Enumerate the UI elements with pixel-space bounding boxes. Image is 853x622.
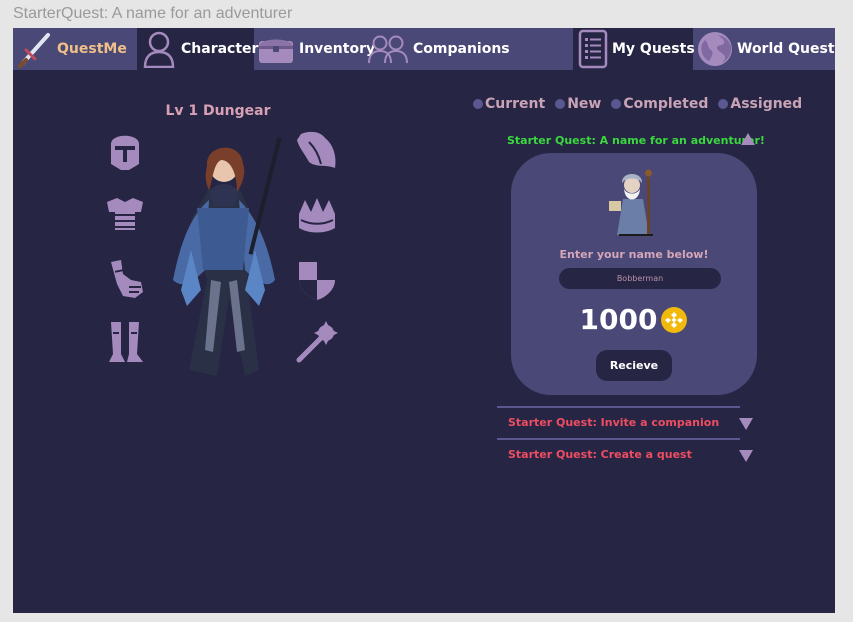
group-icon xyxy=(367,34,409,64)
quest-row-title: Starter Quest: Invite a companion xyxy=(508,415,720,429)
filter-label: Completed xyxy=(623,96,709,112)
nav-companions-label: Companions xyxy=(413,41,510,57)
active-quest-header[interactable]: Starter Quest: A name for an adventurer! xyxy=(507,131,765,149)
radio-dot-icon xyxy=(473,99,483,109)
chest-armor-icon[interactable] xyxy=(103,194,143,238)
radio-dot-icon xyxy=(718,99,729,109)
filter-label: New xyxy=(567,96,602,112)
user-icon xyxy=(141,30,177,68)
window-title: StarterQuest: A name for an adventurer xyxy=(13,5,293,22)
character-portrait xyxy=(151,130,295,392)
name-prompt: Enter your name below! xyxy=(559,248,709,261)
nav-inventory-label: Inventory xyxy=(299,41,376,57)
radio-dot-icon xyxy=(611,99,622,109)
nav-my-quests-label: My Quests xyxy=(612,41,695,57)
quest-row[interactable]: Starter Quest: Create a quest xyxy=(497,440,753,468)
shield-icon[interactable] xyxy=(297,258,337,302)
filter-current[interactable]: Current xyxy=(473,96,545,112)
character-title: Lv 1 Dungear xyxy=(165,103,271,119)
adventurer-name-input[interactable] xyxy=(559,268,721,289)
greaves-icon[interactable] xyxy=(105,320,145,364)
active-quest-title: Starter Quest: A name for an adventurer! xyxy=(507,133,765,147)
helmet-icon[interactable] xyxy=(105,128,145,172)
nav-character-label: Character xyxy=(181,41,259,57)
globe-icon xyxy=(697,31,733,67)
nav-world-quests-label: World Quests xyxy=(737,41,835,57)
radio-dot-icon xyxy=(555,99,566,109)
filter-label: Assigned xyxy=(730,96,803,112)
expand-triangle-icon[interactable] xyxy=(739,450,753,462)
quest-row[interactable]: Starter Quest: Invite a companion xyxy=(497,408,753,436)
crown-icon[interactable] xyxy=(295,194,335,238)
nav-tab-world-quests[interactable]: World Quests xyxy=(693,28,835,70)
nav-tab-my-quests[interactable]: My Quests xyxy=(573,28,695,70)
filter-completed[interactable]: Completed xyxy=(611,96,708,112)
filter-new[interactable]: New xyxy=(555,96,601,112)
receive-button[interactable]: Recieve xyxy=(596,350,672,381)
nav-tab-companions[interactable]: Companions xyxy=(366,28,516,70)
nav-brand-questme[interactable]: QuestMe xyxy=(13,28,137,70)
top-nav: QuestMe Character Inventory Companions M… xyxy=(13,28,835,70)
filter-label: Current xyxy=(485,96,546,112)
list-icon xyxy=(578,29,608,69)
nav-tab-inventory[interactable]: Inventory xyxy=(254,28,375,70)
filter-assigned[interactable]: Assigned xyxy=(718,96,802,112)
sword-icon xyxy=(17,30,53,68)
collapse-triangle-icon[interactable] xyxy=(741,133,755,145)
quest-row-title: Starter Quest: Create a quest xyxy=(508,447,692,461)
active-quest-card: Enter your name below! 1000 Recieve xyxy=(511,153,757,395)
app-window: QuestMe Character Inventory Companions M… xyxy=(13,28,835,613)
reward-display: 1000 xyxy=(511,303,757,336)
wizard-npc-portrait xyxy=(607,165,659,237)
cape-icon[interactable] xyxy=(295,128,336,172)
quest-filters: Current New Completed Assigned xyxy=(473,94,802,114)
gauntlet-icon[interactable] xyxy=(107,258,147,302)
nav-brand-label: QuestMe xyxy=(57,41,127,57)
nav-tab-character[interactable]: Character xyxy=(137,28,258,70)
expand-triangle-icon[interactable] xyxy=(739,418,753,430)
reward-amount: 1000 xyxy=(579,303,658,336)
chest-icon xyxy=(257,33,295,65)
coin-icon xyxy=(660,306,688,334)
mace-icon[interactable] xyxy=(295,320,338,364)
